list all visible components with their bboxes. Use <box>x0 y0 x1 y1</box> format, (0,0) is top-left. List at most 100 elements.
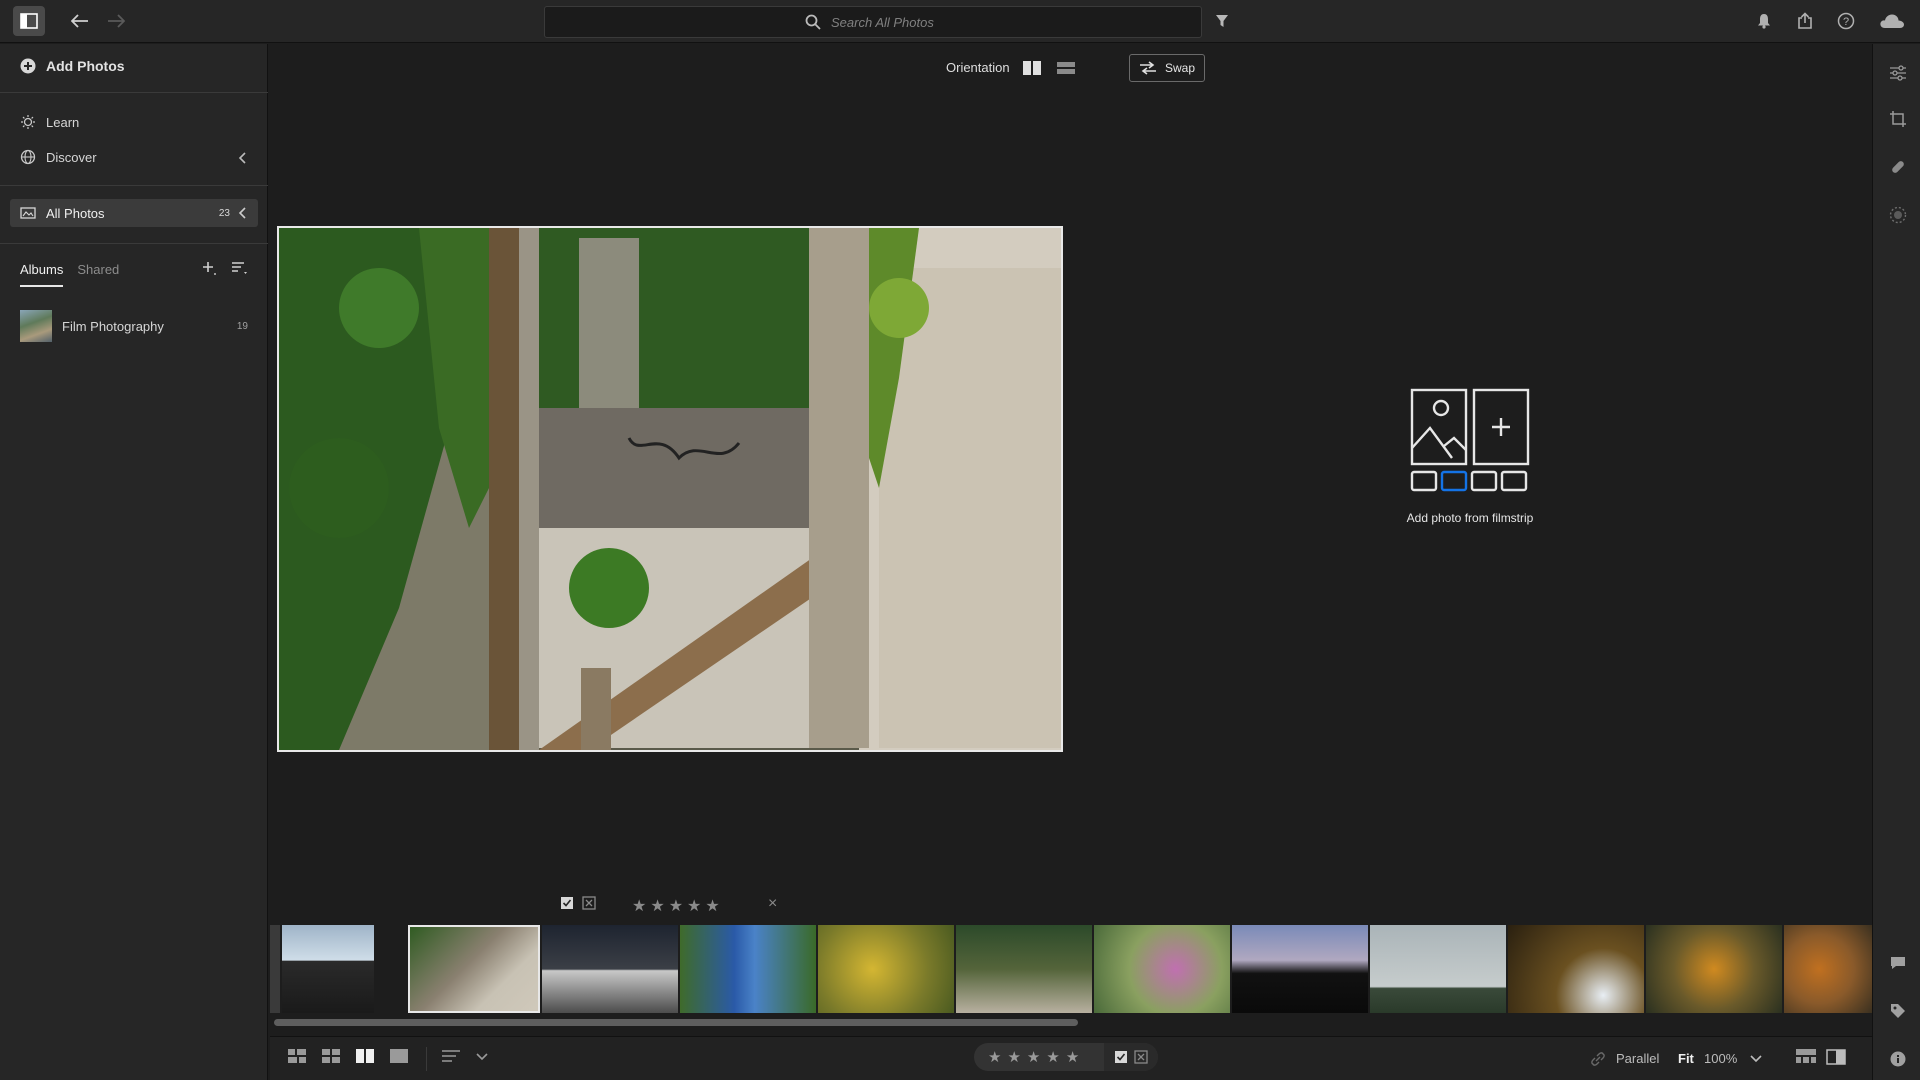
search-bar[interactable] <box>544 6 1202 38</box>
tag-icon <box>1891 1004 1905 1018</box>
stacked-icon[interactable] <box>1056 60 1076 76</box>
cloud-sync-button[interactable] <box>1876 6 1908 36</box>
star-2[interactable]: ★ <box>650 896 664 916</box>
add-photos-button[interactable]: Add Photos <box>20 58 125 74</box>
empty-compare-slot <box>1400 388 1540 499</box>
info-icon <box>1890 1051 1906 1067</box>
star-5[interactable]: ★ <box>705 896 719 916</box>
pick-flag-icon[interactable] <box>1114 1050 1128 1064</box>
swap-button[interactable]: Swap <box>1129 54 1205 82</box>
star-4[interactable]: ★ <box>1046 1048 1059 1066</box>
filter-icon <box>1216 15 1228 27</box>
filmstrip-thumbnail[interactable] <box>1784 925 1872 1013</box>
star-5[interactable]: ★ <box>1066 1048 1079 1066</box>
masking-button[interactable] <box>1887 204 1909 226</box>
before-after-icon[interactable] <box>1826 1049 1846 1065</box>
filmstrip-scrollbar[interactable] <box>274 1019 1078 1026</box>
divider <box>0 92 268 93</box>
add-album-icon[interactable] <box>201 260 217 276</box>
healing-button[interactable] <box>1887 156 1909 178</box>
info-button[interactable] <box>1887 1048 1909 1070</box>
back-button[interactable] <box>64 6 96 36</box>
chevron-left-icon[interactable] <box>238 206 248 220</box>
parallel-label[interactable]: Parallel <box>1616 1051 1659 1066</box>
filmstrip-thumbnail[interactable] <box>1232 925 1368 1013</box>
help-icon: ? <box>1837 12 1855 30</box>
sliders-icon <box>1890 65 1906 81</box>
filmstrip-thumbnail[interactable] <box>680 925 816 1013</box>
sidebar-toggle-button[interactable] <box>13 6 45 36</box>
filmstrip-thumbnail[interactable] <box>1094 925 1230 1013</box>
lightbulb-icon <box>21 115 35 129</box>
comments-button[interactable] <box>1887 952 1909 974</box>
filmstrip-thumbnail-selected[interactable] <box>408 925 540 1013</box>
right-rail <box>1872 44 1920 1080</box>
star-4[interactable]: ★ <box>687 896 701 916</box>
sort-lines-icon[interactable] <box>442 1049 462 1063</box>
side-by-side-icon[interactable] <box>1022 60 1042 76</box>
compare-view-icon[interactable] <box>356 1049 374 1063</box>
notifications-button[interactable] <box>1748 6 1780 36</box>
back-arrow-icon <box>71 14 88 28</box>
crop-icon <box>1890 111 1906 127</box>
add-photo-hint: Add photo from filmstrip <box>1406 511 1534 525</box>
filter-button[interactable] <box>1206 6 1238 36</box>
star-3[interactable]: ★ <box>669 896 683 916</box>
cloud-icon <box>1880 14 1904 28</box>
album-tabs: Albums Shared <box>20 262 119 287</box>
reject-flag-icon[interactable] <box>582 896 596 910</box>
all-photos-item[interactable]: All Photos 23 <box>10 199 258 227</box>
reject-flag-icon[interactable] <box>1134 1050 1148 1064</box>
star-2[interactable]: ★ <box>1007 1048 1020 1066</box>
search-icon <box>805 14 821 30</box>
filmstrip-thumbnail[interactable] <box>818 925 954 1013</box>
album-actions <box>201 260 247 276</box>
filmstrip-thumbnail[interactable] <box>1646 925 1782 1013</box>
filmstrip-toggle-icon[interactable] <box>1796 1049 1816 1063</box>
filmstrip-thumbnail[interactable] <box>1508 925 1644 1013</box>
filmstrip-thumbnail[interactable] <box>1370 925 1506 1013</box>
square-grid-icon[interactable] <box>288 1049 306 1063</box>
zoom-percent[interactable]: 100% <box>1704 1051 1737 1066</box>
chevron-down-icon[interactable] <box>1750 1055 1762 1063</box>
filmstrip-thumbnail[interactable] <box>270 925 280 1013</box>
filmstrip-thumbnail[interactable] <box>282 925 374 1013</box>
share-button[interactable] <box>1789 6 1821 36</box>
top-bar: ? <box>0 0 1920 43</box>
clear-rating-button[interactable]: × <box>768 895 777 913</box>
star-1[interactable]: ★ <box>632 896 646 916</box>
pick-flag-icon[interactable] <box>560 896 574 910</box>
nav-discover[interactable]: Discover <box>20 149 97 165</box>
tab-albums[interactable]: Albums <box>20 262 64 287</box>
compare-photo-left[interactable] <box>277 226 1063 752</box>
comment-icon <box>1891 957 1905 969</box>
tab-shared[interactable]: Shared <box>77 262 119 287</box>
star-rating[interactable]: ★ ★ ★ ★ ★ <box>632 896 724 916</box>
grid-icon[interactable] <box>322 1049 340 1063</box>
share-icon <box>1798 12 1812 29</box>
filmstrip-thumbnail[interactable] <box>542 925 678 1013</box>
filmstrip-thumbnail[interactable] <box>956 925 1092 1013</box>
link-icon[interactable] <box>1590 1051 1606 1067</box>
keywords-button[interactable] <box>1887 1000 1909 1022</box>
collapse-chevron-icon[interactable] <box>238 152 248 164</box>
nav-learn-label: Learn <box>46 114 80 130</box>
photos-icon <box>20 207 36 219</box>
crop-button[interactable] <box>1887 108 1909 130</box>
album-name: Film Photography <box>62 318 164 334</box>
search-input[interactable] <box>831 14 941 30</box>
star-1[interactable]: ★ <box>988 1048 1001 1066</box>
chevron-down-icon[interactable] <box>476 1053 488 1061</box>
nav-learn[interactable]: Learn <box>20 114 79 130</box>
sort-icon[interactable] <box>231 260 247 276</box>
swap-icon <box>1139 61 1156 75</box>
album-item[interactable]: Film Photography 19 <box>20 310 248 342</box>
forward-button[interactable] <box>100 6 132 36</box>
fit-zoom-option[interactable]: Fit <box>1678 1051 1694 1066</box>
edit-panel-button[interactable] <box>1887 62 1909 84</box>
detail-view-icon[interactable] <box>390 1049 408 1063</box>
help-button[interactable]: ? <box>1830 6 1862 36</box>
star-3[interactable]: ★ <box>1027 1048 1040 1066</box>
album-thumbnail <box>20 310 52 342</box>
filmstrip <box>270 925 1872 1013</box>
